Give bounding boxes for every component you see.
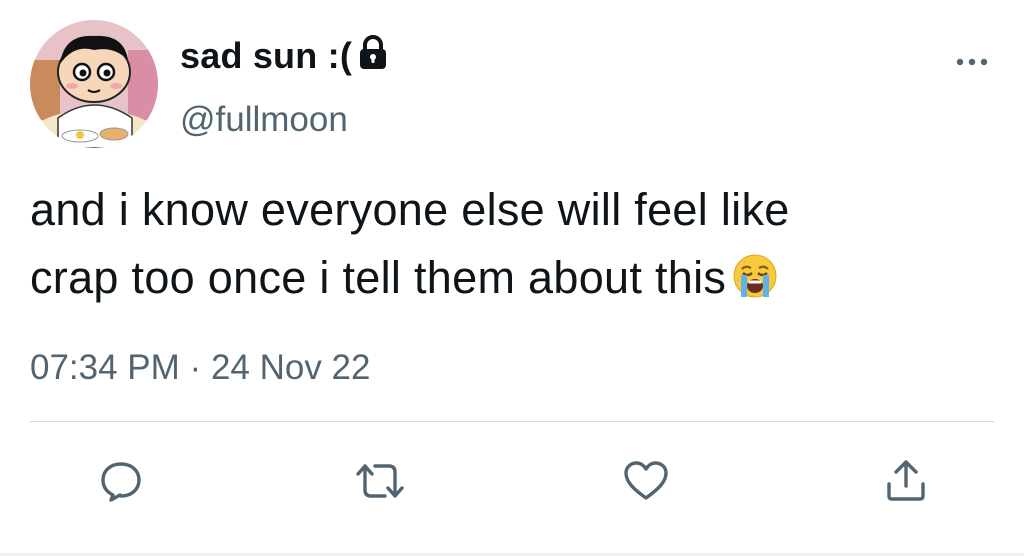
reply-icon bbox=[101, 462, 141, 502]
tweet-time[interactable]: 07:34 PM bbox=[30, 348, 180, 387]
share-button[interactable] bbox=[881, 456, 931, 506]
reply-button[interactable] bbox=[96, 456, 146, 506]
more-icon[interactable] bbox=[952, 50, 992, 74]
display-name[interactable]: sad sun :( bbox=[180, 35, 352, 77]
timestamp-separator: · bbox=[189, 348, 202, 387]
tweet-line: and i know everyone else will feel like bbox=[30, 184, 790, 235]
retweet-button[interactable] bbox=[355, 456, 405, 506]
author-handle[interactable]: @fullmoon bbox=[180, 100, 348, 140]
share-icon bbox=[887, 460, 925, 501]
tweet-timestamp: 07:34 PM · 24 Nov 22 bbox=[30, 348, 371, 388]
retweet-icon bbox=[356, 464, 404, 498]
tweet-text: and i know everyone else will feel like … bbox=[30, 176, 990, 312]
lock-icon bbox=[356, 35, 390, 71]
like-button[interactable] bbox=[621, 456, 671, 506]
author-name-row[interactable]: sad sun :( bbox=[180, 34, 390, 78]
avatar-image bbox=[30, 20, 158, 148]
avatar[interactable] bbox=[30, 20, 158, 148]
tweet-line: crap too once i tell them about this bbox=[30, 252, 727, 303]
tweet-date[interactable]: 24 Nov 22 bbox=[211, 348, 371, 387]
divider bbox=[30, 421, 994, 422]
tweet-line-with-emoji: crap too once i tell them about this bbox=[30, 244, 990, 312]
loudly-crying-face-icon bbox=[732, 250, 778, 298]
heart-icon bbox=[624, 461, 668, 500]
action-bar bbox=[0, 456, 1024, 506]
